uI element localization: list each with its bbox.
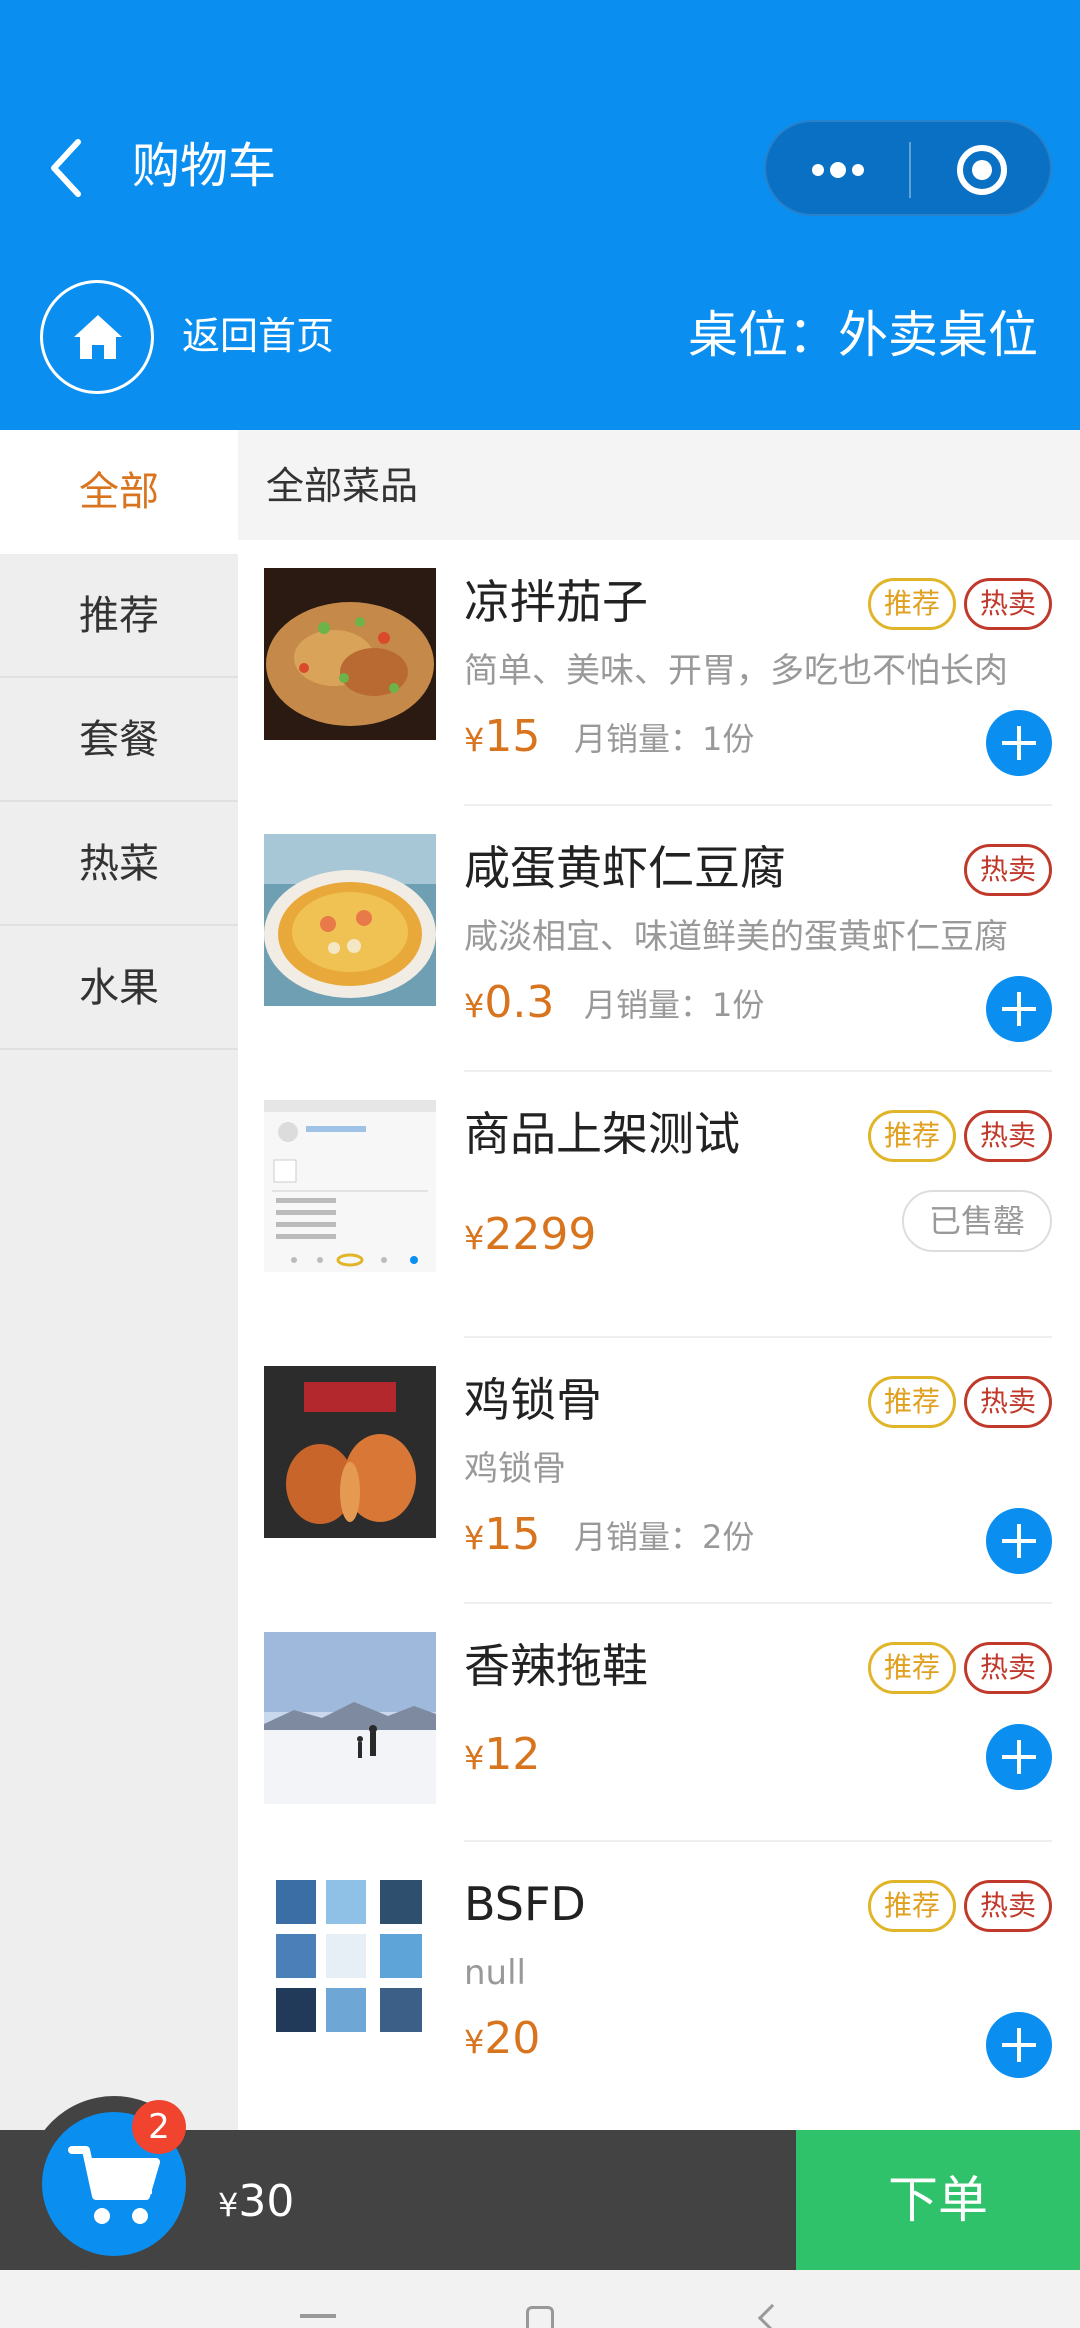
page-title: 购物车 (132, 138, 277, 194)
back-icon[interactable] (44, 136, 92, 200)
mini-program-capsule (764, 120, 1052, 216)
sidebar-item-recommend[interactable]: 推荐 (0, 554, 238, 678)
recommend-badge: 推荐 (868, 1110, 956, 1162)
add-to-cart-button[interactable] (986, 2012, 1052, 2078)
product-name: 商品上架测试 (464, 1107, 740, 1161)
product-description: null (464, 1953, 526, 1993)
product-image-tofu (264, 834, 436, 1006)
product-price: ¥15 (464, 711, 541, 762)
more-icon[interactable] (806, 152, 870, 188)
sidebar-item-combo[interactable]: 套餐 (0, 678, 238, 802)
product-image-eggplant (264, 568, 436, 740)
hot-badge: 热卖 (964, 1880, 1052, 1932)
product-price: ¥20 (464, 2013, 541, 2064)
product-price: ¥0.3 (464, 977, 555, 1028)
product-image-snowfield (264, 1632, 436, 1804)
add-to-cart-button[interactable] (986, 976, 1052, 1042)
product-badges: 推荐 热卖 (860, 1642, 1052, 1694)
home-nav-icon[interactable] (526, 2306, 554, 2328)
product-badges: 推荐 热卖 (860, 578, 1052, 630)
product-monthly-sales: 月销量：1份 (574, 720, 755, 758)
product-name: 鸡锁骨 (464, 1373, 602, 1427)
place-order-button[interactable]: 下单 (796, 2130, 1080, 2270)
product-name: 香辣拖鞋 (464, 1639, 648, 1693)
close-target-icon[interactable] (956, 144, 1008, 196)
sidebar-item-fruit[interactable]: 水果 (0, 926, 238, 1050)
sidebar-item-all[interactable]: 全部 (0, 430, 238, 554)
home-icon (74, 315, 122, 359)
menu-nav-icon[interactable] (300, 2314, 336, 2318)
product-item[interactable]: 咸蛋黄虾仁豆腐 热卖 咸淡相宜、味道鲜美的蛋黄虾仁豆腐 ¥0.3 月销量：1份 (238, 806, 1080, 1072)
section-header: 全部菜品 (238, 430, 1080, 540)
section-title: 全部菜品 (266, 464, 419, 508)
product-description: 鸡锁骨 (464, 1449, 566, 1489)
hot-badge: 热卖 (964, 1642, 1052, 1694)
system-navigation-bar (0, 2270, 1080, 2328)
product-price: ¥15 (464, 1509, 541, 1560)
shopping-cart-icon (68, 2146, 160, 2224)
product-badges: 热卖 (956, 844, 1052, 896)
back-nav-icon[interactable] (757, 2303, 787, 2328)
product-name: 咸蛋黄虾仁豆腐 (464, 841, 786, 895)
product-image-chicken (264, 1366, 436, 1538)
add-to-cart-button[interactable] (986, 1508, 1052, 1574)
hot-badge: 热卖 (964, 1110, 1052, 1162)
capsule-divider (909, 142, 911, 198)
category-sidebar: 全部 推荐 套餐 热菜 水果 (0, 430, 238, 2130)
hot-badge: 热卖 (964, 844, 1052, 896)
recommend-badge: 推荐 (868, 1880, 956, 1932)
recommend-badge: 推荐 (868, 1376, 956, 1428)
recommend-badge: 推荐 (868, 578, 956, 630)
product-monthly-sales: 月销量：2份 (574, 1518, 755, 1556)
product-price: ¥12 (464, 1729, 541, 1780)
sidebar-item-hot-dishes[interactable]: 热菜 (0, 802, 238, 926)
header-bar: 购物车 返回首页 桌位：外卖桌位 (0, 0, 1080, 430)
hot-badge: 热卖 (964, 578, 1052, 630)
product-item[interactable]: 香辣拖鞋 推荐 热卖 ¥12 (238, 1604, 1080, 1870)
product-item[interactable]: 商品上架测试 推荐 热卖 ¥2299 已售罄 (238, 1072, 1080, 1338)
product-badges: 推荐 热卖 (860, 1110, 1052, 1162)
recommend-badge: 推荐 (868, 1642, 956, 1694)
product-item[interactable]: 凉拌茄子 推荐 热卖 简单、美味、开胃，多吃也不怕长肉 ¥15 月销量：1份 (238, 540, 1080, 806)
product-badges: 推荐 热卖 (860, 1880, 1052, 1932)
product-description: 简单、美味、开胃，多吃也不怕长肉 (464, 651, 1008, 691)
cart-total: ¥30 (218, 2176, 295, 2227)
sold-out-badge: 已售罄 (902, 1190, 1052, 1252)
product-image-brochure (264, 1870, 436, 2042)
product-monthly-sales: 月销量：1份 (584, 986, 765, 1024)
add-to-cart-button[interactable] (986, 710, 1052, 776)
product-item[interactable]: BSFD 推荐 热卖 null ¥20 (238, 1842, 1080, 2108)
home-label[interactable]: 返回首页 (182, 310, 334, 362)
cart-count-badge: 2 (132, 2100, 186, 2154)
product-price: ¥2299 (464, 1209, 597, 1260)
product-badges: 推荐 热卖 (860, 1376, 1052, 1428)
product-description: 咸淡相宜、味道鲜美的蛋黄虾仁豆腐 (464, 917, 1008, 957)
product-image-screenshot (264, 1100, 436, 1272)
table-label: 桌位：外卖桌位 (688, 306, 1038, 364)
hot-badge: 热卖 (964, 1376, 1052, 1428)
add-to-cart-button[interactable] (986, 1724, 1052, 1790)
product-name: BSFD (464, 1877, 586, 1931)
home-button[interactable] (40, 280, 154, 394)
product-name: 凉拌茄子 (464, 575, 648, 629)
product-item[interactable]: 鸡锁骨 推荐 热卖 鸡锁骨 ¥15 月销量：2份 (238, 1338, 1080, 1604)
